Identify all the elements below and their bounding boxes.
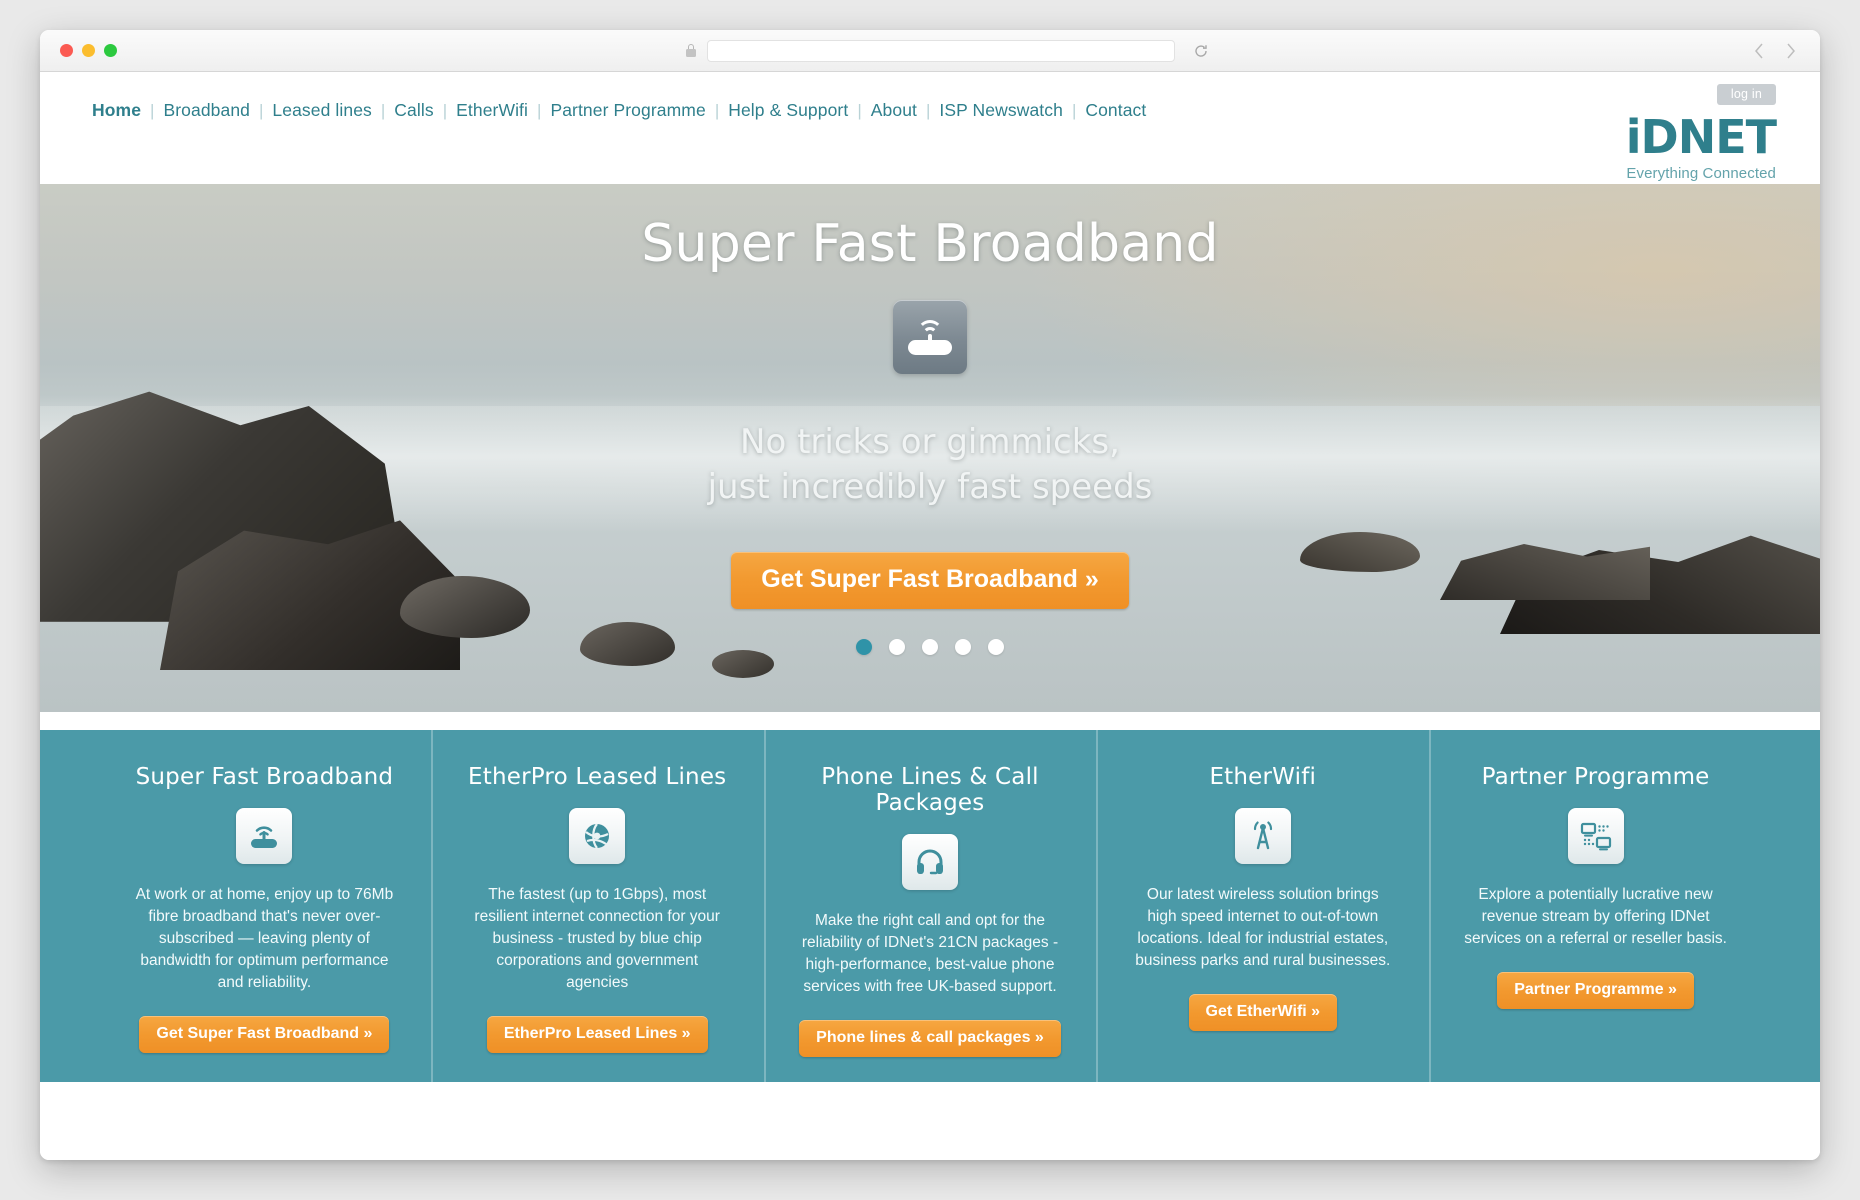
close-window-button[interactable]	[60, 44, 73, 57]
nav-item-leased-lines[interactable]: Leased lines	[263, 100, 380, 121]
fibre-globe-icon	[569, 808, 626, 864]
nav-item-home[interactable]: Home	[92, 100, 150, 121]
feature-body: Make the right call and opt for the reli…	[801, 912, 1059, 995]
browser-window: Home | Broadband | Leased lines | Calls …	[40, 30, 1820, 1160]
feature-card-partner-programme: Partner Programme Explore a potentially …	[1429, 730, 1762, 1082]
hero-carousel: Super Fast Broadband No tricks or gimmic…	[40, 184, 1820, 712]
wifi-router-icon	[893, 300, 967, 374]
url-input[interactable]	[707, 39, 1175, 62]
site-logo[interactable]: iDNET Everything Connected	[1625, 110, 1777, 182]
browser-titlebar	[40, 30, 1820, 72]
broadcast-tower-icon	[1234, 808, 1291, 864]
login-button[interactable]: log in	[1716, 84, 1776, 105]
feature-cta-button[interactable]: Partner Programme »	[1497, 972, 1694, 1009]
carousel-dots	[40, 638, 1820, 655]
nav-item-about[interactable]: About	[862, 100, 926, 121]
feature-body: The fastest (up to 1Gbps), most resilien…	[474, 886, 720, 991]
feature-card-etherwifi: EtherWifi Our latest wireless solution b…	[1096, 730, 1429, 1082]
section-divider	[40, 712, 1820, 730]
feature-cards: Super Fast Broadband At work or at home,…	[40, 730, 1820, 1082]
nav-item-etherwifi[interactable]: EtherWifi	[447, 100, 537, 121]
nav-item-calls[interactable]: Calls	[385, 100, 442, 121]
feature-cta-button[interactable]: Get Super Fast Broadband »	[139, 1016, 390, 1053]
logo-tagline: Everything Connected	[1626, 165, 1776, 182]
logo-wordmark: iDNET	[1625, 110, 1777, 164]
nav-item-broadband[interactable]: Broadband	[154, 100, 259, 121]
window-controls	[60, 44, 117, 57]
carousel-dot-1[interactable]	[856, 638, 872, 655]
feature-card-broadband: Super Fast Broadband At work or at home,…	[98, 730, 431, 1082]
network-computers-icon	[1567, 808, 1624, 864]
feature-title: EtherWifi	[1209, 764, 1317, 790]
nav-item-contact[interactable]: Contact	[1076, 100, 1155, 121]
feature-cta-button[interactable]: Phone lines & call packages »	[799, 1020, 1061, 1057]
carousel-dot-5[interactable]	[988, 638, 1004, 655]
site-header: Home | Broadband | Leased lines | Calls …	[40, 72, 1820, 184]
feature-strip-right-edge	[1761, 730, 1820, 1082]
forward-button[interactable]	[1786, 43, 1796, 59]
feature-cta-button[interactable]: Get EtherWifi »	[1188, 994, 1338, 1031]
nav-item-help-support[interactable]: Help & Support	[719, 100, 857, 121]
carousel-dot-3[interactable]	[922, 638, 938, 655]
hero-subtitle-line1: No tricks or gimmicks,	[740, 422, 1120, 462]
nav-item-partner-programme[interactable]: Partner Programme	[541, 100, 714, 121]
lock-icon	[685, 43, 697, 58]
page-footer-space	[40, 1082, 1820, 1090]
page-content: Home | Broadband | Leased lines | Calls …	[40, 72, 1820, 1160]
hero-subtitle-line2: just incredibly fast speeds	[707, 466, 1153, 507]
hero-cta-button[interactable]: Get Super Fast Broadband »	[731, 551, 1129, 609]
feature-title: Phone Lines & Call Packages	[821, 764, 1039, 816]
back-button[interactable]	[1754, 43, 1764, 59]
hero-subtitle: No tricks or gimmicks, just incredibly f…	[40, 420, 1820, 510]
feature-body: Explore a potentially lucrative new reve…	[1464, 886, 1727, 947]
feature-body: At work or at home, enjoy up to 76Mb fib…	[135, 886, 394, 991]
wifi-router-icon	[236, 808, 293, 864]
feature-title: Super Fast Broadband	[135, 764, 394, 790]
carousel-dot-2[interactable]	[889, 638, 905, 655]
feature-cta-button[interactable]: EtherPro Leased Lines »	[486, 1016, 708, 1053]
feature-title: EtherPro Leased Lines	[468, 764, 727, 790]
main-navigation: Home | Broadband | Leased lines | Calls …	[92, 100, 1155, 121]
feature-card-phone-lines: Phone Lines & Call Packages Make the rig…	[763, 730, 1097, 1082]
headset-icon	[901, 834, 958, 890]
address-bar-area	[685, 39, 1207, 62]
maximize-window-button[interactable]	[104, 44, 117, 57]
feature-strip-left-edge	[40, 730, 98, 1082]
hero-title: Super Fast Broadband	[641, 214, 1219, 274]
nav-item-isp-newswatch[interactable]: ISP Newswatch	[930, 100, 1072, 121]
browser-nav-buttons	[1754, 43, 1796, 59]
carousel-dot-4[interactable]	[955, 638, 971, 655]
feature-body: Our latest wireless solution brings high…	[1135, 886, 1391, 969]
feature-title: Partner Programme	[1481, 764, 1710, 790]
minimize-window-button[interactable]	[82, 44, 95, 57]
reload-icon[interactable]	[1193, 43, 1209, 59]
feature-card-leased-lines: EtherPro Leased Lines The fastest (up to…	[430, 730, 764, 1082]
